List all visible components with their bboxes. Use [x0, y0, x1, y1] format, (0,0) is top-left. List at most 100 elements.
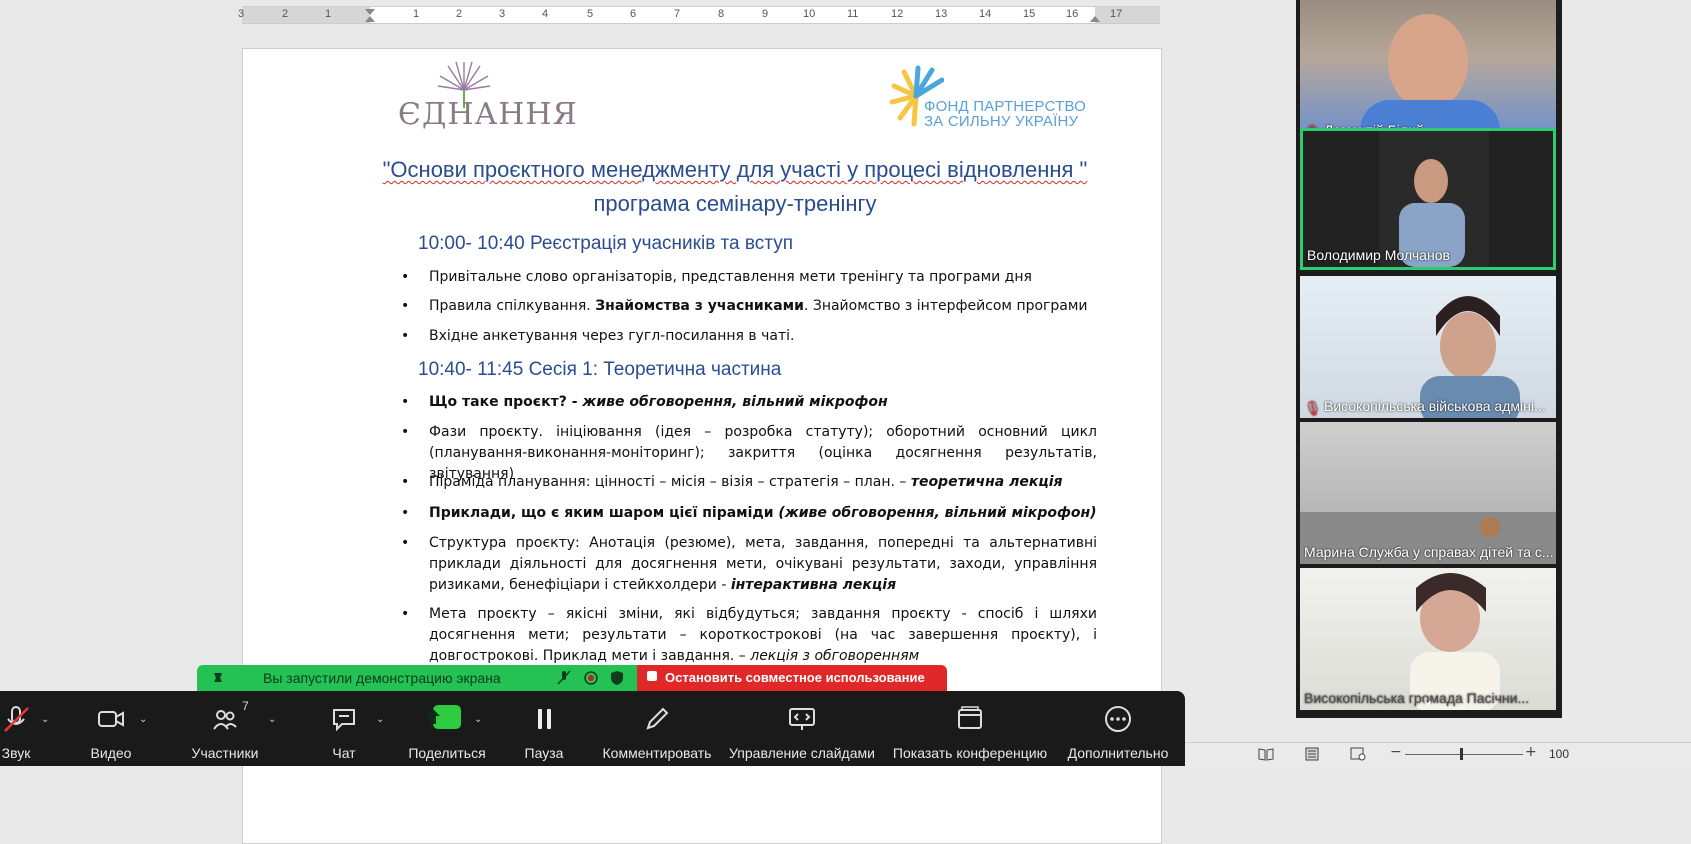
partnership-fund-logo: ФОНД ПАРТНЕРСТВО ЗА СИЛЬНУ УКРАЇНУ: [888, 60, 1088, 132]
document-title-line2[interactable]: програма семінару-тренінгу: [270, 191, 1200, 217]
zoom-in-button[interactable]: +: [1525, 744, 1537, 760]
bullet-item[interactable]: Приклади, що є яким шаром цієї піраміди …: [401, 503, 1097, 524]
ruler-number: 2: [282, 8, 289, 20]
print-layout-icon[interactable]: [1304, 747, 1320, 761]
ruler-number: 1: [413, 8, 420, 20]
ruler-number: 5: [587, 8, 594, 20]
show-meeting-button[interactable]: Показать конференцию: [888, 691, 1052, 766]
bullet-item[interactable]: Привітальне слово організаторів, предста…: [401, 267, 1097, 288]
ruler-number: 8: [718, 8, 725, 20]
show-meeting-label: Показать конференцию: [892, 745, 1048, 761]
web-layout-icon[interactable]: [1350, 747, 1366, 761]
bullet-item[interactable]: Вхідне анкетування через гугл-посилання …: [401, 326, 1097, 347]
participant-video: [1360, 14, 1500, 142]
muted-mic-icon[interactable]: [557, 670, 571, 686]
muted-mic-icon: 🎙: [1304, 400, 1322, 416]
participant-tile[interactable]: Марина Служба у справах дітей та с...: [1300, 422, 1556, 564]
participant-video-panel[interactable]: 🎙Дементій Білий Володимир Молчанов 🎙Висо…: [1296, 0, 1562, 718]
pencil-icon: [646, 707, 669, 730]
stop-square-icon: [647, 671, 657, 681]
more-options-icon: [1105, 706, 1131, 732]
document-title-line1[interactable]: "Основи проєктного менеджменту для участ…: [270, 157, 1200, 183]
horizontal-ruler[interactable]: 3 2 1 1 2 3 4 5 6 7 8 9 10 11 12 13 14 1…: [238, 6, 1160, 24]
bullet-item[interactable]: Структура проєкту: Анотація (резюме), ме…: [401, 533, 1097, 596]
ruler-number: 15: [1023, 8, 1036, 20]
participant-name: Високопільська військова адміні...: [1324, 398, 1546, 414]
first-line-indent-marker[interactable]: [365, 9, 375, 15]
video-camera-icon: [98, 711, 124, 727]
stop-share-button[interactable]: Остановить совместное использование: [637, 665, 947, 691]
ruler-right-margin: [1095, 7, 1160, 23]
muted-mic-icon: [4, 706, 29, 732]
ruler-number: 7: [674, 8, 681, 20]
section-heading-theory[interactable]: 10:40- 11:45 Сесія 1: Теоретична частина: [418, 359, 781, 381]
more-button[interactable]: Дополнительно: [1064, 691, 1172, 766]
ruler-number: 9: [762, 8, 769, 20]
participant-video: [1410, 573, 1500, 710]
chat-button[interactable]: Чат: [318, 691, 370, 766]
bullet-item[interactable]: Піраміда планування: цінності – місія – …: [401, 472, 1097, 493]
participant-tile-active[interactable]: Володимир Молчанов: [1300, 128, 1556, 270]
zoom-out-button[interactable]: −: [1390, 744, 1402, 760]
annotate-label: Комментировать: [602, 745, 712, 761]
slide-control-label: Управление слайдами: [729, 745, 875, 761]
ednannia-logo-text: ЄДНАННЯ: [398, 97, 578, 132]
window-icon: [958, 706, 982, 729]
ruler-number: 14: [979, 8, 992, 20]
meeting-toolbar: Звук ⌄ Видео ⌄ 7 Участники ⌄ Чат ⌄ Подел…: [0, 691, 1185, 766]
ruler-number: 17: [1110, 8, 1123, 20]
ruler-number: 3: [499, 8, 506, 20]
ruler-number: 12: [891, 8, 904, 20]
share-options-chevron-icon[interactable]: ⌄: [474, 714, 482, 725]
ruler-number: 2: [456, 8, 463, 20]
participant-video: [1300, 512, 1556, 564]
slide-control-button[interactable]: Управление слайдами: [726, 691, 878, 766]
pause-label: Пауза: [524, 745, 564, 761]
scroll-down-chevron-icon[interactable]: ⌄: [1421, 690, 1434, 709]
share-screen-button[interactable]: Поделиться: [404, 691, 490, 766]
video-label: Видео: [90, 745, 132, 761]
audio-label: Звук: [1, 745, 31, 761]
section-heading-registration[interactable]: 10:00- 10:40 Реєстрація учасників та вст…: [418, 233, 793, 255]
share-label: Поделиться: [408, 745, 486, 761]
bullet-item[interactable]: Що таке проєкт? - живе обговорення, віль…: [401, 392, 1097, 413]
slide-control-icon: [789, 708, 815, 730]
read-mode-icon[interactable]: [1258, 747, 1274, 761]
word-status-bar: − + 100: [1185, 742, 1691, 767]
security-shield-icon[interactable]: [610, 670, 624, 686]
audio-button[interactable]: Звук: [0, 691, 46, 766]
participant-name: Володимир Молчанов: [1307, 247, 1450, 263]
participant-tile[interactable]: 🎙 Високопільська військова адміні...: [1300, 276, 1556, 418]
bullet-item[interactable]: Мета проєкту – якісні зміни, які відбуду…: [401, 604, 1097, 667]
ruler-number: 1: [325, 8, 332, 20]
zoom-slider-thumb[interactable]: [1460, 748, 1463, 760]
participant-tile[interactable]: 🎙Дементій Білий: [1300, 0, 1556, 142]
chat-options-chevron-icon[interactable]: ⌄: [376, 714, 384, 725]
right-indent-marker[interactable]: [1090, 16, 1100, 22]
chat-icon: [333, 709, 355, 732]
stop-share-label: Остановить совместное использование: [665, 670, 925, 685]
video-options-chevron-icon[interactable]: ⌄: [139, 714, 147, 725]
annotate-button[interactable]: Комментировать: [598, 691, 716, 766]
chat-label: Чат: [332, 745, 356, 761]
screen-share-status-banner[interactable]: Вы запустили демонстрацию экрана: [197, 665, 637, 691]
zoom-slider[interactable]: [1405, 754, 1523, 755]
participants-button[interactable]: 7 Участники: [186, 691, 264, 766]
video-button[interactable]: Видео: [80, 691, 142, 766]
participant-name: Високопільська громада Пасічни...: [1304, 690, 1530, 706]
record-icon[interactable]: [583, 670, 599, 686]
ruler-left-margin: [242, 7, 370, 23]
ruler-number: 11: [847, 8, 859, 20]
bullet-item[interactable]: Правила спілкування. Знайомства з учасни…: [401, 296, 1097, 317]
pin-icon: [214, 673, 222, 682]
participants-count: 7: [242, 699, 249, 713]
ruler-number: 10: [803, 8, 816, 20]
zoom-level[interactable]: 100: [1549, 747, 1569, 761]
participants-options-chevron-icon[interactable]: ⌄: [268, 714, 276, 725]
ruler-number: 16: [1066, 8, 1079, 20]
participant-tile[interactable]: Високопільська громада Пасічни...: [1300, 568, 1556, 710]
hanging-indent-marker[interactable]: [365, 16, 375, 22]
pause-share-button[interactable]: Пауза: [516, 691, 572, 766]
more-label: Дополнительно: [1067, 745, 1169, 761]
audio-options-chevron-icon[interactable]: ⌄: [41, 714, 49, 725]
